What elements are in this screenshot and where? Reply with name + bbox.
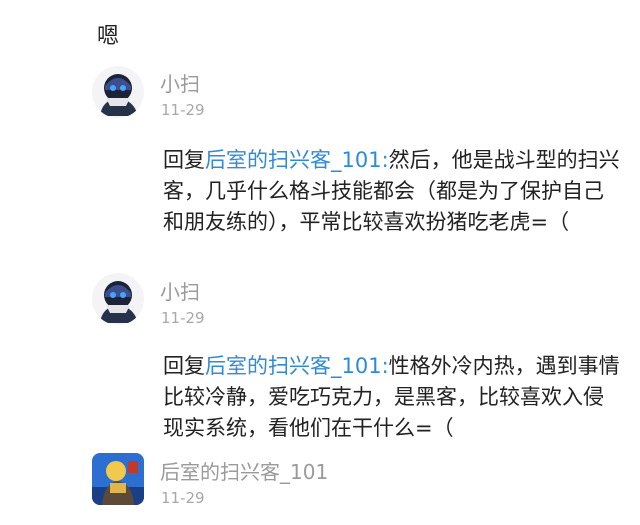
avatar[interactable] (92, 453, 144, 505)
username[interactable]: 小扫 (160, 68, 200, 97)
reply-to-link[interactable]: 后室的扫兴客_101 (205, 354, 382, 378)
username[interactable]: 小扫 (160, 276, 200, 305)
reply-to-link[interactable]: 后室的扫兴客_101 (205, 148, 382, 172)
avatar[interactable] (92, 273, 144, 325)
username[interactable]: 后室的扫兴客_101 (160, 456, 328, 485)
avatar-image-icon (92, 66, 144, 118)
reply-colon: : (381, 354, 389, 378)
avatar[interactable] (92, 66, 144, 118)
reply-colon: : (381, 148, 389, 172)
reply-prefix: 回复 (163, 354, 205, 378)
reply-text: 回复后室的扫兴客_101:然后，他是战斗型的扫兴客，几乎什么格斗技能都会（都是为… (163, 145, 623, 238)
timestamp: 11-29 (161, 101, 205, 119)
avatar-image-icon (92, 273, 144, 325)
message-fragment: 嗯 (97, 24, 120, 49)
reply-prefix: 回复 (163, 148, 205, 172)
timestamp: 11-29 (161, 309, 205, 327)
avatar-image-icon (92, 453, 144, 505)
reply-text: 回复后室的扫兴客_101:性格外冷内热，遇到事情比较冷静，爱吃巧克力，是黑客，比… (163, 351, 623, 444)
timestamp: 11-29 (161, 489, 205, 507)
